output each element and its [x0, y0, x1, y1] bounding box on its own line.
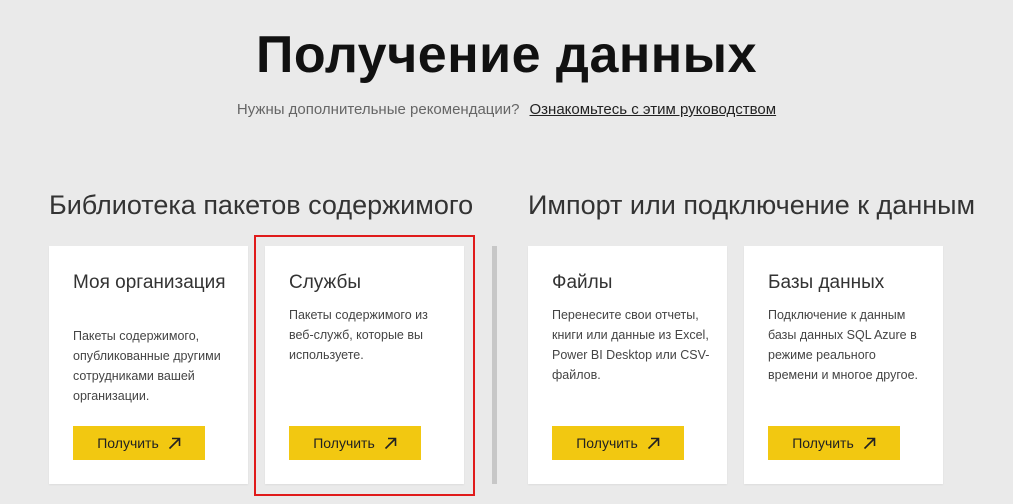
arrow-up-right-icon: [168, 437, 181, 449]
get-button-label: Получить: [792, 435, 854, 451]
get-button-services[interactable]: Получить: [289, 426, 421, 460]
card-services: Службы Пакеты содержимого из веб-служб, …: [265, 246, 464, 484]
card-title: Службы: [289, 272, 361, 293]
card-my-organization: Моя организация Пакеты содержимого, опуб…: [49, 246, 248, 484]
arrow-up-right-icon: [384, 437, 397, 449]
help-text: Нужны дополнительные рекомендации?: [236, 101, 520, 118]
get-button-files[interactable]: Получить: [552, 426, 684, 460]
arrow-up-right-icon: [863, 437, 876, 449]
content-packs-section-title: Библиотека пакетов содержимого: [49, 190, 474, 220]
get-button-label: Получить: [97, 435, 159, 451]
import-connect-section-title: Импорт или подключение к данным: [528, 190, 976, 220]
page-title: Получение данных: [255, 26, 758, 84]
card-title: Файлы: [552, 272, 613, 293]
card-title: Моя организация: [73, 272, 226, 293]
help-line: Нужны дополнительные рекомендации? Ознако…: [0, 100, 1013, 120]
get-button-label: Получить: [576, 435, 638, 451]
card-description: Подключение к данным базы данных SQL Azu…: [768, 308, 919, 382]
arrow-up-right-icon: [647, 437, 660, 449]
card-files: Файлы Перенесите свои отчеты, книги или …: [528, 246, 727, 484]
card-databases: Базы данных Подключение к данным базы да…: [744, 246, 943, 484]
card-description: Пакеты содержимого из веб-служб, которые…: [289, 308, 428, 362]
card-title: Базы данных: [768, 272, 885, 293]
section-divider: [492, 246, 497, 484]
get-button-databases[interactable]: Получить: [768, 426, 900, 460]
get-button-label: Получить: [313, 435, 375, 451]
get-button-my-organization[interactable]: Получить: [73, 426, 205, 460]
card-description: Перенесите свои отчеты, книги или данные…: [552, 308, 710, 382]
guide-link[interactable]: Ознакомьтесь с этим руководством: [530, 101, 777, 118]
card-description: Пакеты содержимого, опубликованные други…: [73, 329, 221, 403]
